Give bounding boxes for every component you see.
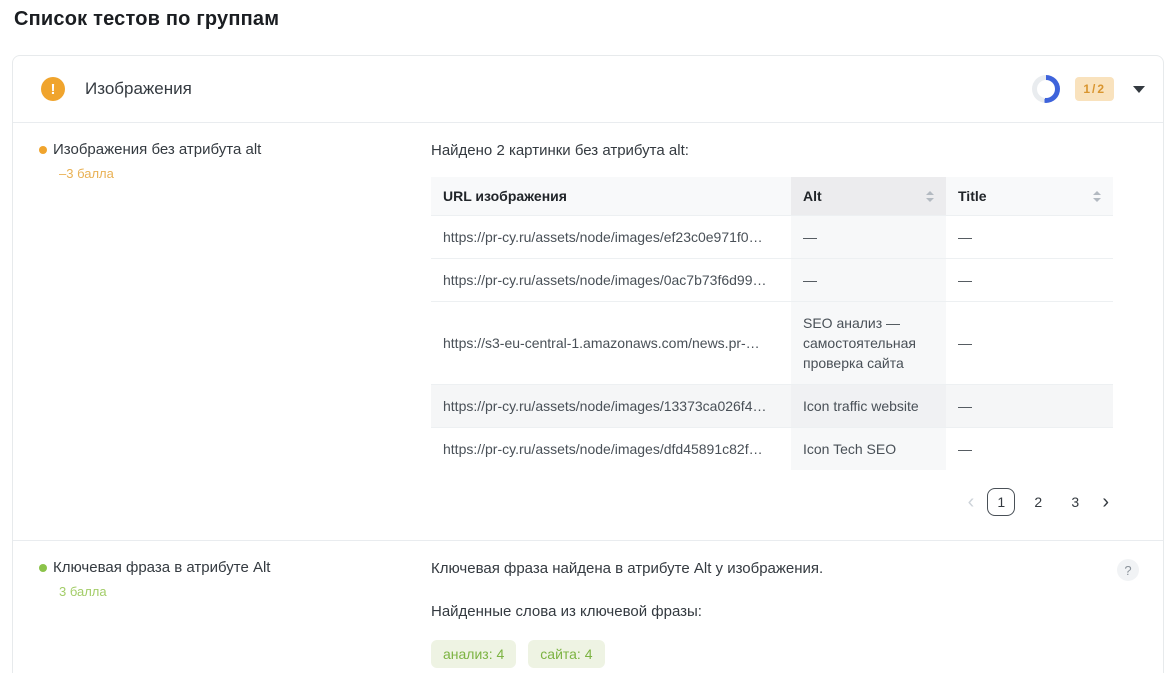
progress-ring-icon	[1032, 75, 1060, 103]
keyword-badge: сайта: 4	[528, 640, 604, 668]
table-row: https://pr-cy.ru/assets/node/images/1337…	[431, 385, 1113, 428]
test-name: Изображения без атрибута alt	[53, 141, 261, 158]
title-cell: —	[946, 216, 1113, 259]
url-cell: https://pr-cy.ru/assets/node/images/0ac7…	[431, 259, 791, 302]
pagination-page-1[interactable]: 1	[987, 488, 1015, 516]
images-table: URL изображения Alt Title	[431, 177, 1113, 470]
column-header-title[interactable]: Title	[946, 177, 1113, 216]
url-cell: https://pr-cy.ru/assets/node/images/dfd4…	[431, 428, 791, 471]
test-info: Изображения без атрибута alt –3 балла	[39, 141, 431, 516]
alt-cell: —	[791, 259, 946, 302]
sort-icon[interactable]	[926, 191, 934, 202]
test-result: Ключевая фраза найдена в атрибуте Alt у …	[431, 559, 1139, 668]
table-row: https://pr-cy.ru/assets/node/images/ef23…	[431, 216, 1113, 259]
table-row: https://pr-cy.ru/assets/node/images/0ac7…	[431, 259, 1113, 302]
alt-cell: Icon traffic website	[791, 385, 946, 428]
column-header-url: URL изображения	[431, 177, 791, 216]
table-row: https://pr-cy.ru/assets/node/images/dfd4…	[431, 428, 1113, 471]
keyword-badge: анализ: 4	[431, 640, 516, 668]
group-title: Изображения	[85, 79, 192, 99]
table-row: https://s3-eu-central-1.amazonaws.com/ne…	[431, 302, 1113, 385]
keyword-badges: анализ: 4 сайта: 4	[431, 640, 1139, 668]
test-name: Ключевая фраза в атрибуте Alt	[53, 559, 270, 576]
status-dot-warning	[39, 146, 47, 154]
help-icon[interactable]: ?	[1117, 559, 1139, 581]
column-header-alt[interactable]: Alt	[791, 177, 946, 216]
pagination-page-3[interactable]: 3	[1061, 488, 1089, 516]
test-group-card: ! Изображения 1/2 Изображения без атрибу…	[12, 55, 1164, 673]
chevron-down-icon[interactable]	[1133, 86, 1145, 93]
group-header-right: 1/2	[1032, 75, 1145, 103]
test-score: –3 балла	[59, 166, 411, 181]
group-header[interactable]: ! Изображения 1/2	[13, 56, 1163, 122]
results-table-body: https://pr-cy.ru/assets/node/images/ef23…	[431, 216, 1113, 471]
pagination-next-icon[interactable]: ›	[1098, 492, 1113, 512]
pagination-prev-icon[interactable]: ‹	[964, 492, 979, 512]
url-cell: https://pr-cy.ru/assets/node/images/1337…	[431, 385, 791, 428]
url-cell: https://pr-cy.ru/assets/node/images/ef23…	[431, 216, 791, 259]
alt-cell: —	[791, 216, 946, 259]
progress-badge: 1/2	[1075, 77, 1114, 101]
title-cell: —	[946, 428, 1113, 471]
url-cell: https://s3-eu-central-1.amazonaws.com/ne…	[431, 302, 791, 385]
pagination-pages: 123	[987, 488, 1089, 516]
test-row-images-without-alt: Изображения без атрибута alt –3 балла На…	[13, 123, 1163, 540]
warning-icon: !	[41, 77, 65, 101]
pagination-page-2[interactable]: 2	[1024, 488, 1052, 516]
result-text: Найдено 2 картинки без атрибута alt:	[431, 141, 1139, 161]
page: Список тестов по группам ! Изображения 1…	[0, 0, 1176, 673]
test-score: 3 балла	[59, 584, 411, 599]
table-header: URL изображения Alt Title	[431, 177, 1113, 216]
alt-cell: SEO анализ — самостоятельная проверка са…	[791, 302, 946, 385]
sort-icon[interactable]	[1093, 191, 1101, 202]
title-cell: —	[946, 385, 1113, 428]
pagination: ‹ 123 ›	[431, 488, 1113, 516]
status-dot-success	[39, 564, 47, 572]
keywords-label: Найденные слова из ключевой фразы:	[431, 603, 1139, 620]
result-text: Ключевая фраза найдена в атрибуте Alt у …	[431, 559, 823, 579]
page-title: Список тестов по группам	[14, 8, 279, 31]
title-cell: —	[946, 302, 1113, 385]
test-row-keyword-in-alt: Ключевая фраза в атрибуте Alt 3 балла Кл…	[13, 541, 1163, 673]
alt-cell: Icon Tech SEO	[791, 428, 946, 471]
test-info: Ключевая фраза в атрибуте Alt 3 балла	[39, 559, 431, 668]
test-result: Найдено 2 картинки без атрибута alt: URL…	[431, 141, 1139, 516]
title-cell: —	[946, 259, 1113, 302]
